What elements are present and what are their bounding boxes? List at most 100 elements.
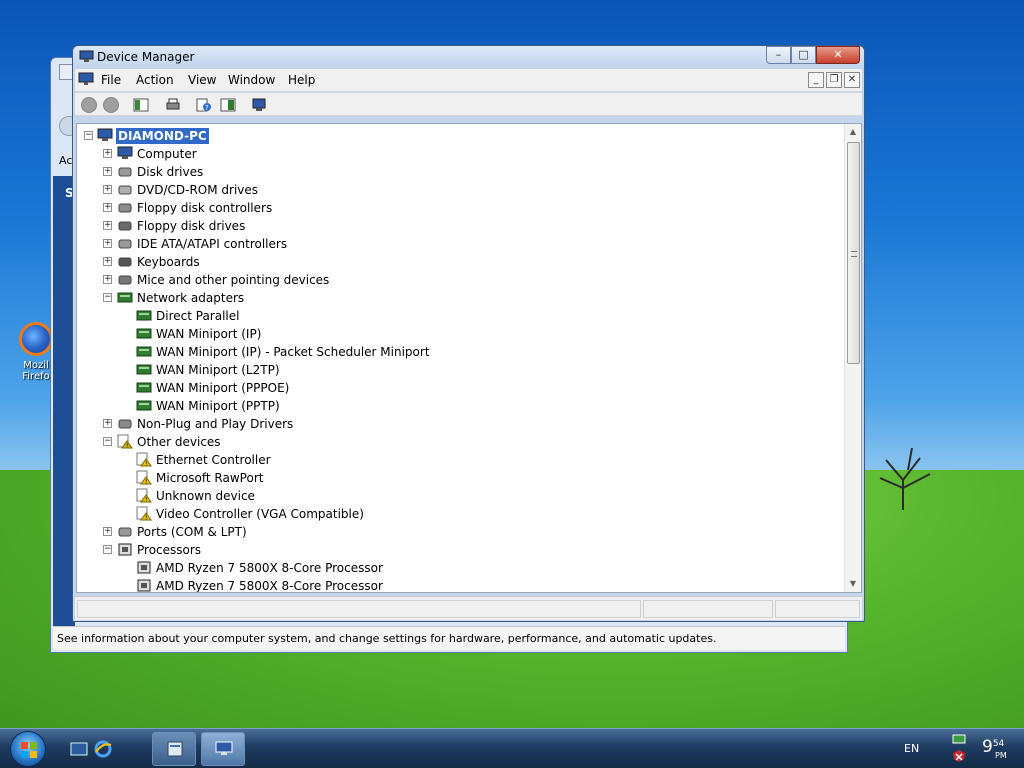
tree-row[interactable]: −! Other devices (77, 433, 837, 451)
controller-icon (118, 203, 132, 213)
tree-row[interactable]: + Non-Plug and Play Drivers (77, 415, 837, 433)
tree-row[interactable]: + Keyboards (77, 253, 837, 271)
menu-view[interactable]: View (188, 73, 216, 87)
tree-row[interactable]: WAN Miniport (IP) - Packet Scheduler Min… (77, 343, 837, 361)
collapse-icon[interactable]: − (103, 545, 112, 554)
collapse-icon[interactable]: − (84, 131, 93, 140)
network-icon (136, 310, 152, 321)
tree-row[interactable]: + Floppy disk drives (77, 217, 837, 235)
tree-row[interactable]: ! Microsoft RawPort (77, 469, 837, 487)
menu-window[interactable]: Window (228, 73, 275, 87)
tree-row[interactable]: WAN Miniport (IP) (77, 325, 837, 343)
tree-row-label: Non-Plug and Play Drivers (137, 417, 294, 431)
expand-icon[interactable]: + (103, 167, 112, 176)
mdi-minimize-button[interactable]: _ (808, 72, 824, 88)
mdi-child-icon[interactable] (78, 72, 94, 86)
expand-icon[interactable]: + (103, 275, 112, 284)
menu-action[interactable]: Action (136, 73, 174, 87)
print-icon[interactable] (165, 97, 181, 113)
collapse-icon[interactable]: − (103, 293, 112, 302)
tree-row-label: Keyboards (137, 255, 200, 269)
warning-device-icon: ! (136, 452, 152, 467)
collapse-icon[interactable]: − (103, 437, 112, 446)
tree-row[interactable]: − Processors (77, 541, 837, 559)
tree-row-label: Floppy disk controllers (137, 201, 273, 215)
svg-text:!: ! (145, 479, 147, 486)
expand-icon[interactable]: + (103, 239, 112, 248)
show-desktop-icon[interactable] (70, 740, 88, 758)
scan-hardware-icon[interactable] (251, 97, 267, 113)
tree-root-row[interactable]: − DIAMOND-PC (77, 127, 837, 145)
title-bar[interactable]: Device Manager – □ ✕ (73, 46, 864, 68)
tree-row[interactable]: WAN Miniport (PPPOE) (77, 379, 837, 397)
device-tree[interactable]: − DIAMOND-PC + Computer + Disk drives + DVD/C… (76, 123, 862, 593)
expand-icon[interactable]: + (103, 257, 112, 266)
tree-row[interactable]: + Computer (77, 145, 837, 163)
menu-file[interactable]: File (101, 73, 121, 87)
internet-explorer-icon[interactable] (94, 740, 112, 758)
language-indicator[interactable]: EN (904, 742, 919, 755)
expand-icon[interactable]: + (103, 221, 112, 230)
svg-text:?: ? (205, 104, 209, 112)
control-panel-icon (167, 741, 183, 757)
tree-row[interactable]: AMD Ryzen 7 5800X 8-Core Processor (77, 559, 837, 577)
tree-row[interactable]: WAN Miniport (PPTP) (77, 397, 837, 415)
minimize-button[interactable]: – (766, 46, 791, 64)
tree-row[interactable]: + Mice and other pointing devices (77, 271, 837, 289)
tree-row[interactable]: + DVD/CD-ROM drives (77, 181, 837, 199)
keyboard-icon (118, 257, 132, 267)
scroll-down-arrow[interactable]: ▼ (845, 576, 861, 592)
maximize-button[interactable]: □ (791, 46, 816, 64)
expand-icon[interactable]: + (103, 419, 112, 428)
expand-icon[interactable]: + (103, 185, 112, 194)
windows-logo-icon (21, 742, 37, 758)
tree-row[interactable]: + Ports (COM & LPT) (77, 523, 837, 541)
network-icon (136, 364, 152, 375)
background-status-text: See information about your computer syst… (53, 626, 845, 650)
back-icon[interactable] (81, 97, 97, 113)
tree-row[interactable]: − Network adapters (77, 289, 837, 307)
taskbar: EN 954 PM (0, 728, 1024, 768)
tree-row[interactable]: ! Unknown device (77, 487, 837, 505)
start-button[interactable] (10, 731, 46, 767)
forward-icon[interactable] (103, 97, 119, 113)
tree-row[interactable]: ! Ethernet Controller (77, 451, 837, 469)
tree-row-label: DVD/CD-ROM drives (137, 183, 259, 197)
tree-row[interactable]: + Disk drives (77, 163, 837, 181)
tree-row[interactable]: WAN Miniport (L2TP) (77, 361, 837, 379)
tree-row-label: WAN Miniport (IP) - Packet Scheduler Min… (156, 345, 430, 359)
tree-row-label: WAN Miniport (PPPOE) (156, 381, 290, 395)
scroll-up-arrow[interactable]: ▲ (845, 124, 861, 140)
network-icon (136, 382, 152, 393)
tree-row[interactable]: Direct Parallel (77, 307, 837, 325)
properties-icon[interactable] (220, 97, 236, 113)
floppy-icon (118, 221, 132, 231)
warning-device-icon: ! (136, 506, 152, 521)
warning-device-icon: ! (136, 488, 152, 503)
mdi-close-button[interactable]: ✕ (844, 72, 860, 88)
taskbar-control-panel-button[interactable] (152, 732, 196, 766)
tree-row-label: Other devices (137, 435, 221, 449)
tree-root-label[interactable]: DIAMOND-PC (116, 128, 209, 144)
expand-icon[interactable]: + (103, 149, 112, 158)
tree-row[interactable]: + Floppy disk controllers (77, 199, 837, 217)
help-icon[interactable]: ? (196, 97, 212, 113)
close-button[interactable]: ✕ (816, 46, 860, 64)
scroll-thumb[interactable] (847, 142, 860, 364)
mdi-restore-button[interactable]: ❐ (826, 72, 842, 88)
device-manager-window[interactable]: Device Manager – □ ✕ File Action View Wi… (72, 45, 865, 622)
taskbar-clock[interactable]: 954 PM (982, 737, 1007, 760)
security-alert-tray-icon[interactable] (952, 750, 966, 762)
tree-row[interactable]: + IDE ATA/ATAPI controllers (77, 235, 837, 253)
network-tray-icon[interactable] (952, 734, 966, 746)
expand-icon[interactable]: + (103, 527, 112, 536)
menu-help[interactable]: Help (288, 73, 315, 87)
tree-row-label: Unknown device (156, 489, 255, 503)
show-hide-console-tree-icon[interactable] (133, 97, 149, 113)
taskbar-device-manager-button[interactable] (201, 732, 245, 766)
vertical-scrollbar[interactable]: ▲ ▼ (844, 124, 861, 592)
warning-device-icon: ! (136, 470, 152, 485)
tree-row[interactable]: AMD Ryzen 7 5800X 8-Core Processor (77, 577, 837, 592)
expand-icon[interactable]: + (103, 203, 112, 212)
tree-row[interactable]: ! Video Controller (VGA Compatible) (77, 505, 837, 523)
